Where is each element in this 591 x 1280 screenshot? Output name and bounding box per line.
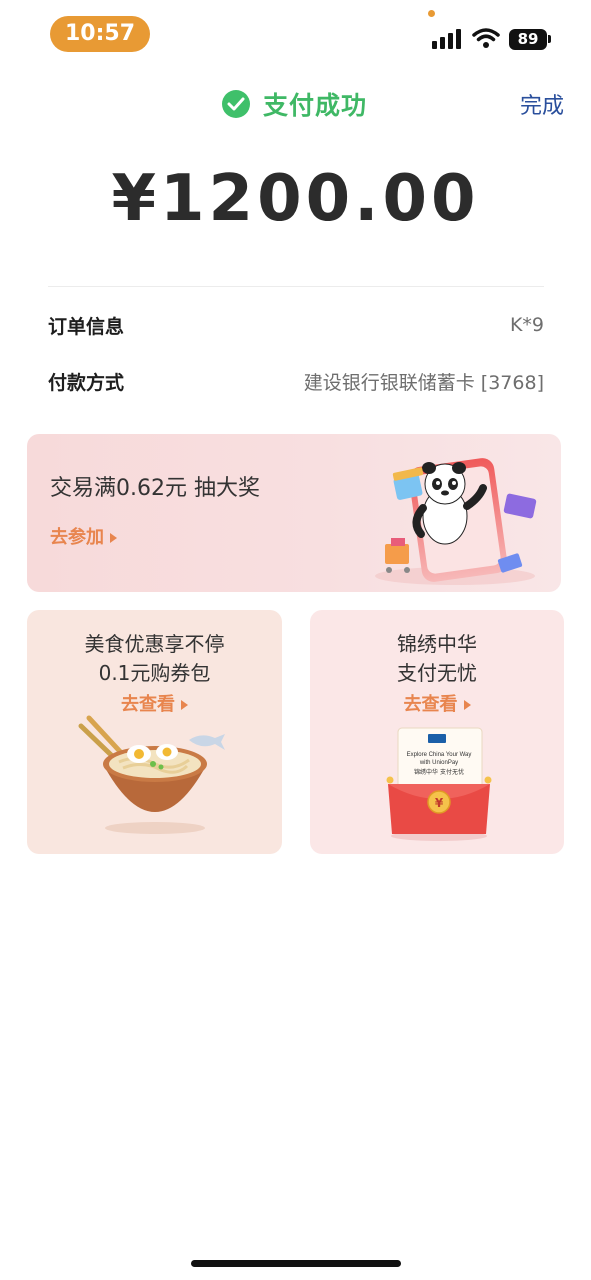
battery-indicator: 89 [509, 29, 547, 50]
food-coupon-card[interactable]: 美食优惠享不停 0.1元购券包 去查看 [27, 610, 282, 854]
lottery-banner[interactable]: 交易满0.62元 抽大奖 去参加 [27, 434, 561, 592]
join-link[interactable]: 去参加 [50, 523, 117, 549]
play-triangle-icon [181, 700, 188, 710]
panda-phone-illustration [375, 458, 537, 585]
envelope-text-line1: Explore China Your Way [407, 752, 472, 758]
red-envelope-icon: Explore China Your Way with UnionPay 锦绣中… [386, 727, 492, 841]
play-triangle-icon [463, 700, 471, 710]
status-bar: 10:57 89 [0, 0, 591, 62]
check-circle-icon [222, 90, 250, 118]
home-indicator[interactable] [191, 1260, 401, 1267]
unionpay-promo-card[interactable]: 锦绣中华 支付无忧 去查看 Explore China Your Way wit… [310, 610, 564, 854]
order-info-row: 订单信息 K*9 [48, 310, 544, 340]
order-info-value: K*9 [509, 314, 544, 336]
envelope-text-line3: 锦绣中华 支付无忧 [414, 768, 464, 776]
play-triangle-icon [110, 533, 117, 543]
envelope-coin-symbol: ¥ [435, 796, 444, 810]
done-button[interactable]: 完成 [520, 88, 564, 120]
unionpay-view-link[interactable]: 去查看 [310, 690, 564, 716]
unionpay-view-link-label: 去查看 [403, 694, 458, 715]
unionpay-card-line2: 支付无忧 [397, 661, 477, 685]
payment-method-label: 付款方式 [48, 371, 125, 394]
payment-success-status: 支付成功 [222, 86, 367, 122]
payment-method-row: 付款方式 建设银行银联储蓄卡 [3768] [48, 366, 544, 396]
noodle-bowl-icon [78, 715, 225, 834]
cellular-signal-icon [432, 29, 464, 49]
food-card-line2: 0.1元购券包 [98, 661, 211, 685]
lottery-banner-title: 交易满0.62元 抽大奖 [50, 476, 260, 501]
divider [48, 286, 544, 287]
wifi-icon [472, 28, 500, 48]
join-link-label: 去参加 [50, 527, 104, 548]
order-info-label: 订单信息 [48, 315, 125, 338]
success-text: 支付成功 [263, 91, 368, 120]
payment-amount: ¥1200.00 [111, 162, 480, 236]
camera-indicator-dot [428, 10, 435, 17]
food-card-line1: 美食优惠享不停 [84, 632, 225, 656]
battery-tip [548, 35, 551, 43]
status-time: 10:57 [50, 16, 150, 52]
payment-method-value: 建设银行银联储蓄卡 [3768] [303, 371, 544, 394]
envelope-text-line2: with UnionPay [419, 760, 458, 766]
unionpay-card-line1: 锦绣中华 [397, 632, 477, 656]
